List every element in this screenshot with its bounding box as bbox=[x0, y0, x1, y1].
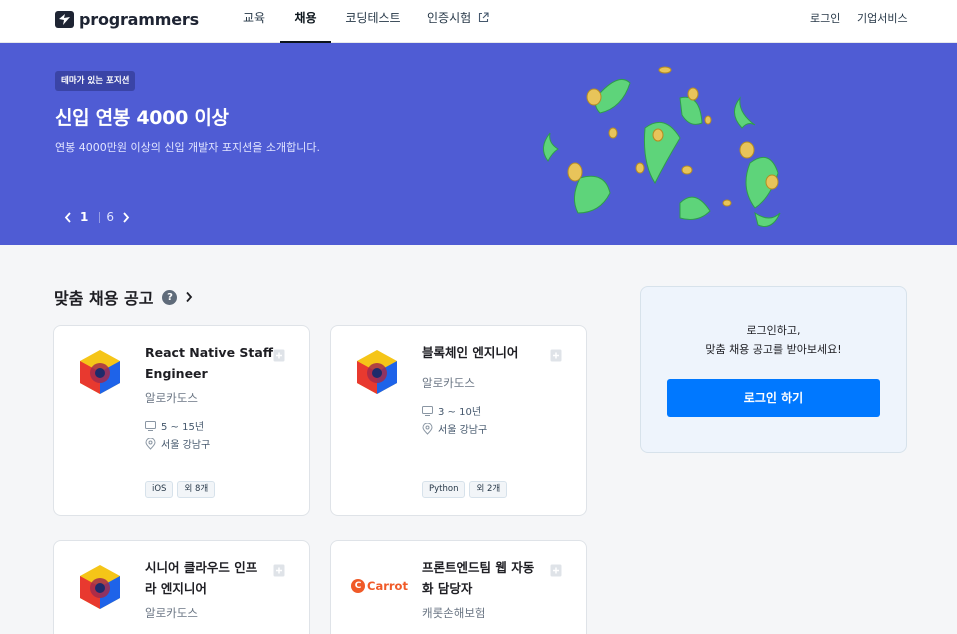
job-title-line: 시니어 클라우드 인프 bbox=[145, 560, 258, 575]
more-tags: 외 2개 bbox=[469, 481, 508, 498]
banner-pager: 1 6 bbox=[62, 210, 132, 224]
bookmark-icon[interactable] bbox=[273, 564, 285, 577]
company-name[interactable]: 알로카도스 bbox=[422, 375, 475, 391]
job-title-line: React Native Staff bbox=[145, 345, 273, 360]
login-message-line: 맞춤 채용 공고를 받아보세요! bbox=[705, 343, 842, 356]
experience-text: 5 ~ 15년 bbox=[161, 422, 205, 433]
bookmark-icon[interactable] bbox=[550, 564, 562, 577]
company-logo bbox=[80, 350, 120, 394]
recommended-jobs-heading[interactable]: 맞춤 채용 공고 ? bbox=[54, 285, 193, 309]
section-title-text: 맞춤 채용 공고 bbox=[54, 289, 154, 308]
company-name[interactable]: 알로카도스 bbox=[145, 605, 198, 621]
location-text: 서울 강남구 bbox=[161, 440, 211, 451]
location-pin-icon bbox=[145, 437, 156, 450]
banner-tag: 테마가 있는 포지션 bbox=[55, 71, 136, 91]
job-title[interactable]: 블록체인 엔지니어 bbox=[422, 342, 550, 363]
nav-certification[interactable]: 인증시험 bbox=[422, 0, 494, 43]
help-icon[interactable]: ? bbox=[162, 289, 178, 305]
banner-description: 연봉 4000만원 이상의 신입 개발자 포지션을 소개합니다. bbox=[55, 141, 320, 154]
location-text: 서울 강남구 bbox=[438, 425, 488, 436]
job-title-line: 블록체인 엔지니어 bbox=[422, 345, 519, 360]
job-card[interactable]: React Native Staff Engineer 알로카도스 5 ~ 15… bbox=[53, 325, 310, 516]
nav-jobs[interactable]: 채용 bbox=[280, 0, 331, 43]
experience-row: 5 ~ 15년 bbox=[145, 418, 204, 433]
nav-label: 인증시험 bbox=[427, 11, 472, 25]
skill-tags: iOS 외 8개 bbox=[145, 481, 219, 498]
job-title-line: 프론트엔드팀 웹 자동 bbox=[422, 560, 535, 575]
location-row: 서울 강남구 bbox=[422, 421, 487, 436]
more-tags: 외 8개 bbox=[177, 481, 216, 498]
experience-text: 3 ~ 10년 bbox=[438, 407, 482, 418]
location-row: 서울 강남구 bbox=[145, 436, 210, 451]
job-title[interactable]: 시니어 클라우드 인프 라 엔지니어 bbox=[145, 557, 273, 599]
chevron-left-icon bbox=[64, 211, 71, 223]
company-name[interactable]: 캐롯손해보험 bbox=[422, 605, 485, 621]
skill-tag: iOS bbox=[145, 481, 174, 498]
job-card[interactable]: 블록체인 엔지니어 알로카도스 3 ~ 10년 서울 강남구 Python 외 … bbox=[330, 325, 587, 516]
logo-text: programmers bbox=[79, 9, 199, 29]
carrot-logo-text: Carrot bbox=[367, 579, 408, 593]
banner-title: 신입 연봉 4000 이상 bbox=[55, 107, 229, 129]
nav-label: 채용 bbox=[294, 11, 317, 25]
monitor-icon bbox=[422, 405, 433, 416]
job-title[interactable]: React Native Staff Engineer bbox=[145, 342, 273, 384]
nav-coding-test[interactable]: 코딩테스트 bbox=[340, 0, 406, 43]
carrot-logo-mark: C bbox=[351, 579, 365, 593]
nav-label: 교육 bbox=[242, 11, 266, 25]
job-card[interactable]: C Carrot 프론트엔드팀 웹 자동 화 담당자 캐롯손해보험 bbox=[330, 540, 587, 634]
company-logo: C Carrot bbox=[351, 579, 408, 593]
total-slides: 6 bbox=[106, 210, 114, 224]
bookmark-icon[interactable] bbox=[273, 349, 285, 362]
current-slide: 1 bbox=[80, 210, 89, 224]
next-slide-button[interactable] bbox=[120, 210, 132, 224]
money-illustration bbox=[543, 66, 781, 227]
nav-label: 코딩테스트 bbox=[345, 11, 401, 25]
experience-row: 3 ~ 10년 bbox=[422, 403, 481, 418]
login-prompt-box: 로그인하고, 맞춤 채용 공고를 받아보세요! 로그인 하기 bbox=[640, 286, 907, 453]
login-button[interactable]: 로그인 하기 bbox=[667, 379, 880, 417]
programmers-logo[interactable]: programmers bbox=[55, 9, 199, 29]
skill-tags: Python 외 2개 bbox=[422, 481, 511, 498]
logo-icon bbox=[55, 10, 74, 28]
chevron-right-icon[interactable] bbox=[185, 291, 193, 303]
job-title[interactable]: 프론트엔드팀 웹 자동 화 담당자 bbox=[422, 557, 550, 599]
company-logo bbox=[357, 350, 397, 394]
company-logo bbox=[80, 565, 120, 609]
monitor-icon bbox=[145, 420, 156, 431]
pager-divider bbox=[99, 211, 101, 223]
external-link-icon bbox=[478, 11, 489, 22]
job-title-line: Engineer bbox=[145, 366, 208, 381]
business-service-link[interactable]: 기업서비스 bbox=[857, 0, 908, 37]
chevron-right-icon bbox=[123, 211, 130, 223]
top-navigation: programmers 교육 채용 코딩테스트 인증시험 로그인 기업서비스 bbox=[0, 0, 957, 43]
skill-tag: Python bbox=[422, 481, 466, 498]
job-title-line: 화 담당자 bbox=[422, 581, 473, 596]
login-link[interactable]: 로그인 bbox=[810, 0, 840, 37]
job-title-line: 라 엔지니어 bbox=[145, 581, 207, 596]
theme-banner[interactable]: 테마가 있는 포지션 신입 연봉 4000 이상 연봉 4000만원 이상의 신… bbox=[0, 43, 957, 245]
nav-education[interactable]: 교육 bbox=[236, 0, 272, 43]
login-message-line: 로그인하고, bbox=[746, 324, 801, 337]
company-name[interactable]: 알로카도스 bbox=[145, 390, 198, 406]
bookmark-icon[interactable] bbox=[550, 349, 562, 362]
prev-slide-button[interactable] bbox=[62, 210, 74, 224]
job-card[interactable]: 시니어 클라우드 인프 라 엔지니어 알로카도스 bbox=[53, 540, 310, 634]
location-pin-icon bbox=[422, 422, 433, 435]
